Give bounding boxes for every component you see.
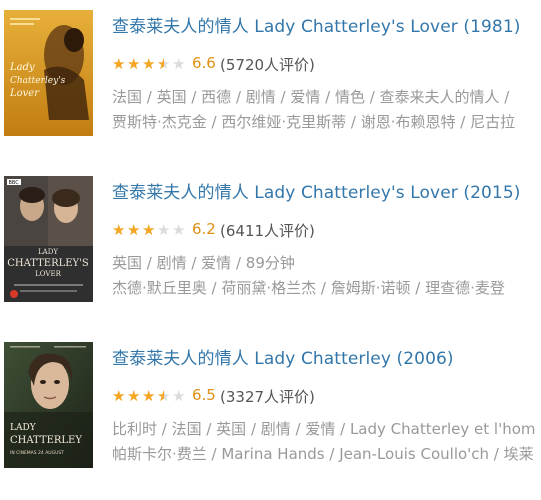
rating-score: 6.2 <box>192 220 216 238</box>
rating-score: 6.5 <box>192 386 216 404</box>
star-icon: ★★ <box>112 55 126 73</box>
star-fill: ★ <box>112 389 126 403</box>
rating-score: 6.6 <box>192 54 216 72</box>
result-item-1: Lady Chatterley's Lover 查泰莱夫人的情人 Lady Ch… <box>0 8 541 168</box>
svg-text:LADY: LADY <box>10 423 37 433</box>
result-item-3: LADY CHATTERLEY IN CINEMAS 24 AUGUST 查泰莱… <box>0 340 541 500</box>
star-icon: ★ <box>172 55 186 73</box>
movie-meta-cast: 帕斯卡尔·费兰 / Marina Hands / Jean-Louis Coul… <box>112 445 534 463</box>
rating-count: (6411人评价) <box>220 222 315 240</box>
star-fill: ★ <box>142 223 156 237</box>
star-icon: ★ <box>157 221 171 239</box>
star-fill: ★ <box>142 389 156 403</box>
rating-count: (5720人评价) <box>220 56 315 74</box>
svg-text:LOVER: LOVER <box>35 270 61 278</box>
svg-text:IN CINEMAS 24 AUGUST: IN CINEMAS 24 AUGUST <box>10 450 64 456</box>
star-icon: ★★ <box>142 387 156 405</box>
movie-title-link[interactable]: 查泰莱夫人的情人 Lady Chatterley's Lover (2015) <box>112 178 520 203</box>
poster-image-2015[interactable]: BBC LADY CHATTERLEY'S LOVER <box>4 176 93 302</box>
star-icon: ★★ <box>142 55 156 73</box>
svg-text:CHATTERLEY'S: CHATTERLEY'S <box>7 258 89 269</box>
poster-image-2006[interactable]: LADY CHATTERLEY IN CINEMAS 24 AUGUST <box>4 342 93 468</box>
star-icon: ★ <box>172 387 186 405</box>
movie-meta-tags: 英国 / 剧情 / 爱情 / 89分钟 <box>112 254 295 272</box>
star-icon: ★ <box>172 221 186 239</box>
svg-text:BBC: BBC <box>9 180 20 186</box>
star-icon: ★★ <box>157 55 171 73</box>
rating-stars: ★★★★★★★★★ <box>112 387 188 405</box>
svg-text:CHATTERLEY: CHATTERLEY <box>10 435 82 446</box>
star-fill: ★ <box>127 223 141 237</box>
star-icon: ★★ <box>112 221 126 239</box>
star-icon: ★★ <box>157 387 171 405</box>
movie-meta-cast: 贾斯特·杰克金 / 西尔维娅·克里斯蒂 / 谢恩·布赖恩特 / 尼古拉 <box>112 113 516 131</box>
star-icon: ★★ <box>142 221 156 239</box>
movie-title-link[interactable]: 查泰莱夫人的情人 Lady Chatterley's Lover (1981) <box>112 12 520 37</box>
star-fill: ★ <box>157 389 164 403</box>
star-fill: ★ <box>112 223 126 237</box>
star-icon: ★★ <box>127 221 141 239</box>
star-fill: ★ <box>127 389 141 403</box>
star-icon: ★★ <box>127 387 141 405</box>
movie-meta-tags: 比利时 / 法国 / 英国 / 剧情 / 爱情 / Lady Chatterle… <box>112 420 536 438</box>
result-item-2: BBC LADY CHATTERLEY'S LOVER 查泰莱夫人的情人 Lad… <box>0 174 541 334</box>
star-fill: ★ <box>112 57 126 71</box>
rating-stars: ★★★★★★★★★ <box>112 55 188 73</box>
star-icon: ★★ <box>127 55 141 73</box>
star-fill: ★ <box>127 57 141 71</box>
svg-text:LADY: LADY <box>38 248 58 256</box>
svg-text:Lover: Lover <box>9 88 40 99</box>
movie-meta-tags: 法国 / 英国 / 西德 / 剧情 / 爱情 / 情色 / 查泰来夫人的情人 / <box>112 88 510 106</box>
movie-meta-cast: 杰德·默丘里奥 / 荷丽黛·格兰杰 / 詹姆斯·诺顿 / 理查德·麦登 <box>112 279 505 297</box>
svg-text:Lady: Lady <box>9 62 35 73</box>
movie-title-link[interactable]: 查泰莱夫人的情人 Lady Chatterley (2006) <box>112 344 454 369</box>
svg-text:Chatterley's: Chatterley's <box>10 76 66 86</box>
star-fill: ★ <box>142 57 156 71</box>
rating-stars: ★ ★ ★ ★ ★ ★ ★ ★ <box>112 221 188 239</box>
rating-count: (3327人评价) <box>220 388 315 406</box>
star-icon: ★★ <box>112 387 126 405</box>
star-fill: ★ <box>157 57 164 71</box>
poster-image-1981[interactable]: Lady Chatterley's Lover <box>4 10 93 136</box>
